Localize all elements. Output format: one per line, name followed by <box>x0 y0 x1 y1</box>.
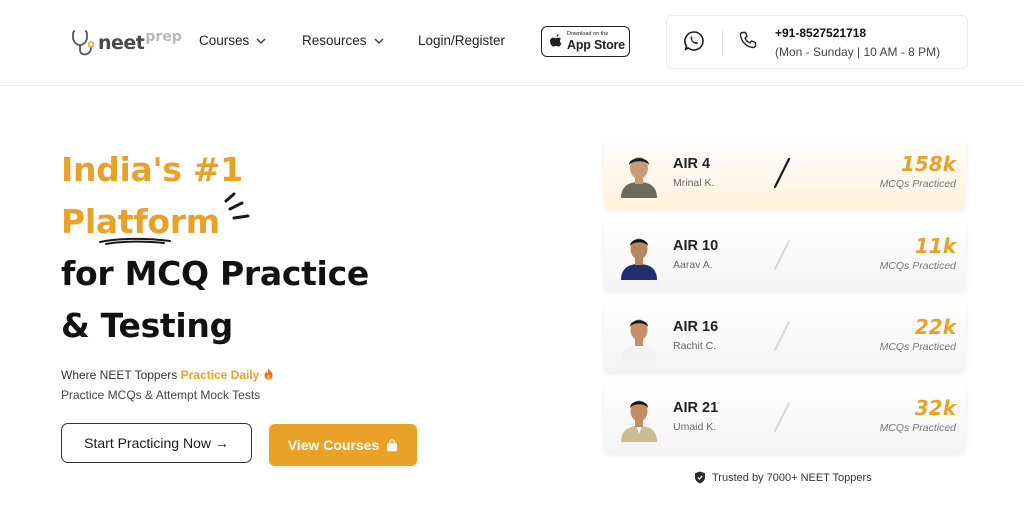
mcq-count: 158k <box>900 152 956 176</box>
topper-card: AIR 10 Aarav A. 11k MCQs Practiced <box>604 221 966 291</box>
topper-card: AIR 4 Mrinal K. 158k MCQs Practiced <box>604 139 966 209</box>
topper-card: AIR 21 Umaid K. 32k MCQs Practiced <box>604 383 966 453</box>
app-store-text: Download on the App Store <box>567 31 625 52</box>
app-store-badge[interactable]: Download on the App Store <box>541 26 630 57</box>
hero-tagline: Where NEET Toppers Practice Daily <box>61 368 274 382</box>
slash-divider <box>774 321 790 351</box>
mcq-caption: MCQs Practiced <box>879 422 956 434</box>
stethoscope-icon <box>72 30 95 56</box>
contact-divider <box>722 30 723 56</box>
topper-card: AIR 16 Rachit C. 22k MCQs Practiced <box>604 302 966 372</box>
avatar <box>621 238 657 280</box>
hero-subtitle: Practice MCQs & Attempt Mock Tests <box>61 388 261 402</box>
avatar <box>621 400 657 442</box>
hero-heading-line3: for MCQ Practice <box>61 254 369 293</box>
chevron-down-icon <box>374 38 383 44</box>
hero-heading-line1: India's #1 <box>61 150 243 189</box>
site-header: neet prep Courses Resources Login/Regist… <box>0 0 1024 86</box>
nav-resources-label: Resources <box>302 33 367 48</box>
mcq-count: 32k <box>914 396 956 420</box>
topper-rank: AIR 10 <box>673 238 719 254</box>
app-store-small-label: Download on the <box>567 31 609 37</box>
avatar <box>621 319 657 361</box>
apple-icon <box>550 34 562 47</box>
nav-login-label: Login/Register <box>418 33 506 48</box>
mcq-caption: MCQs Practiced <box>879 178 956 190</box>
topper-rank: AIR 16 <box>673 319 719 335</box>
slash-divider <box>774 240 790 270</box>
contact-box: +91-8527521718 (Mon - Sunday | 10 AM - 8… <box>666 15 968 69</box>
phone-icon[interactable] <box>738 30 758 50</box>
topper-rank: AIR 21 <box>673 400 719 416</box>
view-courses-label: View Courses <box>287 437 380 453</box>
topper-name: Umaid K. <box>673 421 717 433</box>
nav-courses-label: Courses <box>199 33 250 48</box>
slash-divider <box>774 402 790 432</box>
hero-tagline-highlight: Practice Daily <box>180 368 260 382</box>
start-practicing-button[interactable]: Start Practicing Now → <box>61 423 252 463</box>
hero-heading-line2: Platform <box>61 202 220 241</box>
sparkle-decoration-icon <box>224 192 250 220</box>
topper-rank: AIR 4 <box>673 156 711 172</box>
shopping-bag-icon <box>387 438 398 451</box>
nav-resources[interactable]: Resources <box>302 33 385 48</box>
hero-tagline-prefix: Where NEET Toppers <box>61 368 181 382</box>
shield-check-icon <box>695 471 705 484</box>
hero-heading-line4: & Testing <box>61 306 233 345</box>
fire-icon <box>264 368 273 380</box>
slash-divider <box>773 157 791 189</box>
nav-courses[interactable]: Courses <box>199 33 267 48</box>
scribble-underline-decoration <box>99 237 171 245</box>
phone-hours: (Mon - Sunday | 10 AM - 8 PM) <box>775 45 941 59</box>
chevron-down-icon <box>256 38 266 44</box>
mcq-caption: MCQs Practiced <box>879 260 956 272</box>
mcq-caption: MCQs Practiced <box>879 341 956 353</box>
logo-prep-text: prep <box>145 29 182 45</box>
mcq-count: 22k <box>914 315 956 339</box>
trusted-badge: Trusted by 7000+ NEET Toppers <box>694 471 872 484</box>
trusted-label: Trusted by 7000+ NEET Toppers <box>712 471 872 484</box>
neetprep-logo[interactable]: neet prep <box>70 26 182 60</box>
topper-name: Mrinal K. <box>673 177 715 189</box>
phone-number[interactable]: +91-8527521718 <box>775 26 866 40</box>
logo-wordmark: neet prep <box>98 29 182 54</box>
avatar <box>621 157 657 198</box>
topper-name: Aarav A. <box>673 259 713 271</box>
mcq-count: 11k <box>914 234 956 258</box>
view-courses-button[interactable]: View Courses <box>269 424 417 466</box>
topper-name: Rachit C. <box>673 340 717 352</box>
app-store-big-label: App Store <box>567 37 625 52</box>
nav-login-register[interactable]: Login/Register <box>418 33 505 48</box>
logo-neet-text: neet <box>98 32 145 54</box>
whatsapp-icon[interactable] <box>683 30 705 52</box>
